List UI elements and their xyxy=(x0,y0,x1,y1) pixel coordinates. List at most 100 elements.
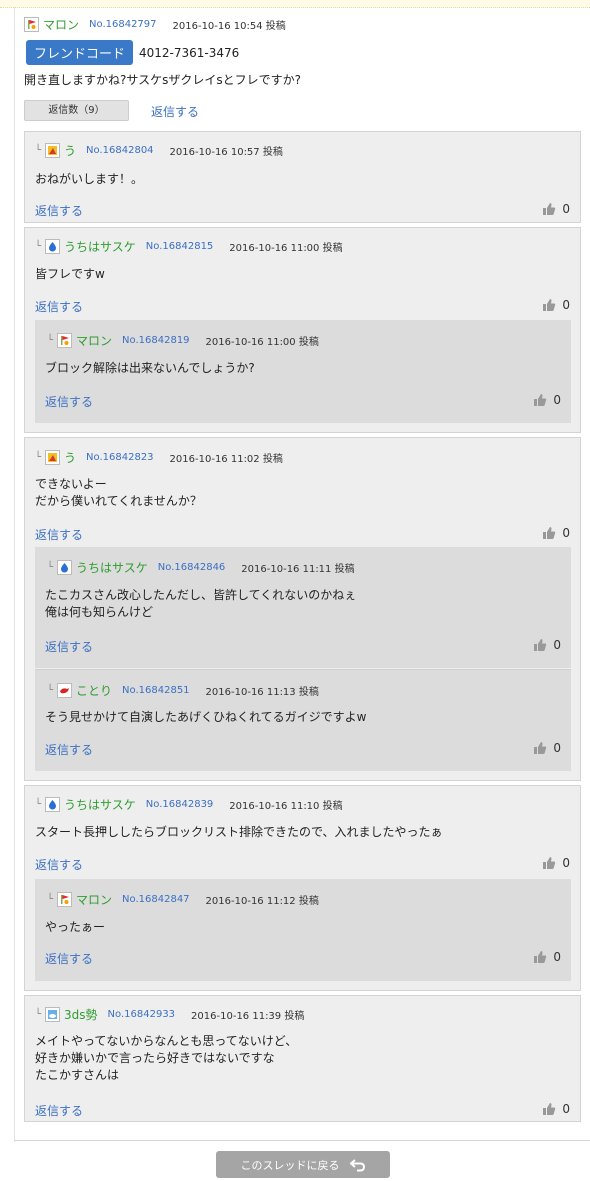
reply-body-line: そう見せかけて自演したあげくひねくれてるガイジですよw xyxy=(45,710,367,724)
reply-number[interactable]: No.16842823 xyxy=(86,452,154,463)
like-count: 0 xyxy=(553,393,561,407)
reply-number[interactable]: No.16842815 xyxy=(146,241,214,252)
reply-count-badge[interactable]: 返信数（9） xyxy=(24,100,129,121)
reply-date: 2016-10-16 11:02 投稿 xyxy=(169,453,283,465)
reply-date: 2016-10-16 11:13 投稿 xyxy=(205,686,319,698)
reply-link[interactable]: 返信する xyxy=(35,298,83,315)
thumbs-up-icon xyxy=(534,394,547,406)
thumbs-up-icon xyxy=(534,639,547,651)
reply-arrow-icon: └ xyxy=(35,451,42,463)
reply-author[interactable]: うちはサスケ xyxy=(64,238,136,255)
reply-author[interactable]: うちはサスケ xyxy=(76,559,148,576)
nested-reply: └ ことり No.16842851 2016-10-16 11:13 投稿 そう… xyxy=(35,669,571,771)
thumbs-up-icon xyxy=(543,857,556,869)
reply-author[interactable]: マロン xyxy=(76,332,112,349)
friend-code-button[interactable]: フレンドコード xyxy=(26,40,134,65)
thumbs-up-icon xyxy=(543,1103,556,1115)
like-button[interactable]: 0 xyxy=(542,1102,570,1116)
nested-reply: └ マロン No.16842819 2016-10-16 11:00 投稿 ブロ… xyxy=(35,320,571,423)
reply-link[interactable]: 返信する xyxy=(35,1102,83,1119)
main-post: マロン No.16842797 2016-10-16 10:54 投稿 フレンド… xyxy=(24,16,584,126)
reply-link[interactable]: 返信する xyxy=(35,202,83,219)
reply-body-line: たこカスさん改心したんだし、皆許してくれないのかねぇ xyxy=(45,588,357,602)
reply-number[interactable]: No.16842933 xyxy=(108,1009,176,1020)
reply-arrow-icon: └ xyxy=(47,334,54,346)
blue-drop-avatar-icon xyxy=(45,796,61,812)
red-bird-avatar-icon xyxy=(57,682,73,698)
reply-link[interactable]: 返信する xyxy=(45,950,93,967)
reply-link[interactable]: 返信する xyxy=(45,638,93,655)
reply-card: └ う No.16842804 2016-10-16 10:57 投稿 おねがい… xyxy=(24,131,581,223)
post-date: 2016-10-16 10:54 投稿 xyxy=(172,20,286,32)
reply-card: └ う No.16842823 2016-10-16 11:02 投稿 できない… xyxy=(24,437,581,781)
reply-link[interactable]: 返信する xyxy=(151,103,199,120)
reply-arrow-icon: └ xyxy=(47,893,54,905)
reply-card: └ うちはサスケ No.16842815 2016-10-16 11:00 投稿… xyxy=(24,227,581,433)
reply-link[interactable]: 返信する xyxy=(45,393,93,410)
like-button[interactable]: 0 xyxy=(533,950,561,964)
flag-avatar-icon xyxy=(24,16,39,32)
like-count: 0 xyxy=(553,950,561,964)
reply-date: 2016-10-16 10:57 投稿 xyxy=(169,146,283,158)
like-count: 0 xyxy=(562,1102,570,1116)
thumbs-up-icon xyxy=(543,203,556,215)
reply-author[interactable]: う xyxy=(64,449,76,466)
reply-number[interactable]: No.16842804 xyxy=(86,145,154,156)
reply-number[interactable]: No.16842851 xyxy=(122,685,190,696)
post-body: 開き直しますかね?サスケsザクレイsとフレですか? xyxy=(24,73,302,87)
like-count: 0 xyxy=(562,856,570,870)
flag-avatar-icon xyxy=(57,332,73,348)
back-to-thread-label: このスレッドに戻る xyxy=(240,1158,340,1172)
like-button[interactable]: 0 xyxy=(542,526,570,540)
reply-date: 2016-10-16 11:39 投稿 xyxy=(191,1010,305,1022)
thumbs-up-icon xyxy=(543,299,556,311)
reply-number[interactable]: No.16842839 xyxy=(146,799,214,810)
nested-reply: └ マロン No.16842847 2016-10-16 11:12 投稿 やっ… xyxy=(35,879,571,981)
like-count: 0 xyxy=(553,638,561,652)
reply-date: 2016-10-16 11:11 投稿 xyxy=(241,563,355,575)
back-to-thread-button[interactable]: このスレッドに戻る xyxy=(216,1151,390,1178)
like-button[interactable]: 0 xyxy=(533,638,561,652)
reply-number[interactable]: No.16842819 xyxy=(122,335,190,346)
reply-number[interactable]: No.16842847 xyxy=(122,894,190,905)
reply-number[interactable]: No.16842846 xyxy=(158,562,226,573)
like-count: 0 xyxy=(562,298,570,312)
friend-code-value: 4012-7361-3476 xyxy=(139,45,240,60)
reply-body-line: やったぁー xyxy=(45,920,106,934)
reply-author[interactable]: マロン xyxy=(76,891,112,908)
like-count: 0 xyxy=(562,202,570,216)
reply-body-line: 俺は何も知らんけど xyxy=(45,605,154,619)
reply-arrow-icon: └ xyxy=(35,144,42,156)
like-button[interactable]: 0 xyxy=(533,393,561,407)
like-button[interactable]: 0 xyxy=(533,741,561,755)
reply-body-line: スタート長押ししたらブロックリスト排除できたので、入れましたやったぁ xyxy=(35,825,443,839)
reply-author[interactable]: ことり xyxy=(76,682,112,699)
like-button[interactable]: 0 xyxy=(542,202,570,216)
post-author[interactable]: マロン xyxy=(43,16,79,33)
like-button[interactable]: 0 xyxy=(542,856,570,870)
reply-link[interactable]: 返信する xyxy=(35,526,83,543)
post-number[interactable]: No.16842797 xyxy=(89,19,157,30)
reply-body-line: だから僕いれてくれませんか？ xyxy=(35,494,202,508)
reply-date: 2016-10-16 11:00 投稿 xyxy=(229,242,343,254)
reply-link[interactable]: 返信する xyxy=(45,741,93,758)
reply-body-line: 好きか嫌いかで言ったら好きではないですな xyxy=(35,1051,275,1065)
reply-arrow-icon: └ xyxy=(47,684,54,696)
reply-author[interactable]: 3ds勢 xyxy=(64,1006,98,1023)
reply-body-line: 皆フレですw xyxy=(35,267,105,281)
left-rule xyxy=(14,7,15,1142)
return-arrow-icon xyxy=(349,1158,365,1171)
blue-cloud-avatar-icon xyxy=(45,1006,61,1022)
reply-author[interactable]: う xyxy=(64,142,76,159)
reply-body-line: たこかすさんは xyxy=(35,1068,120,1082)
like-count: 0 xyxy=(562,526,570,540)
like-button[interactable]: 0 xyxy=(542,298,570,312)
reply-date: 2016-10-16 11:12 投稿 xyxy=(205,895,319,907)
reply-card: └ 3ds勢 No.16842933 2016-10-16 11:39 投稿 メ… xyxy=(24,995,581,1122)
thumbs-up-icon xyxy=(534,951,547,963)
thumbs-up-icon xyxy=(543,527,556,539)
yellow-avatar-icon xyxy=(45,449,61,465)
blue-drop-avatar-icon xyxy=(57,559,73,575)
reply-link[interactable]: 返信する xyxy=(35,856,83,873)
reply-author[interactable]: うちはサスケ xyxy=(64,796,136,813)
